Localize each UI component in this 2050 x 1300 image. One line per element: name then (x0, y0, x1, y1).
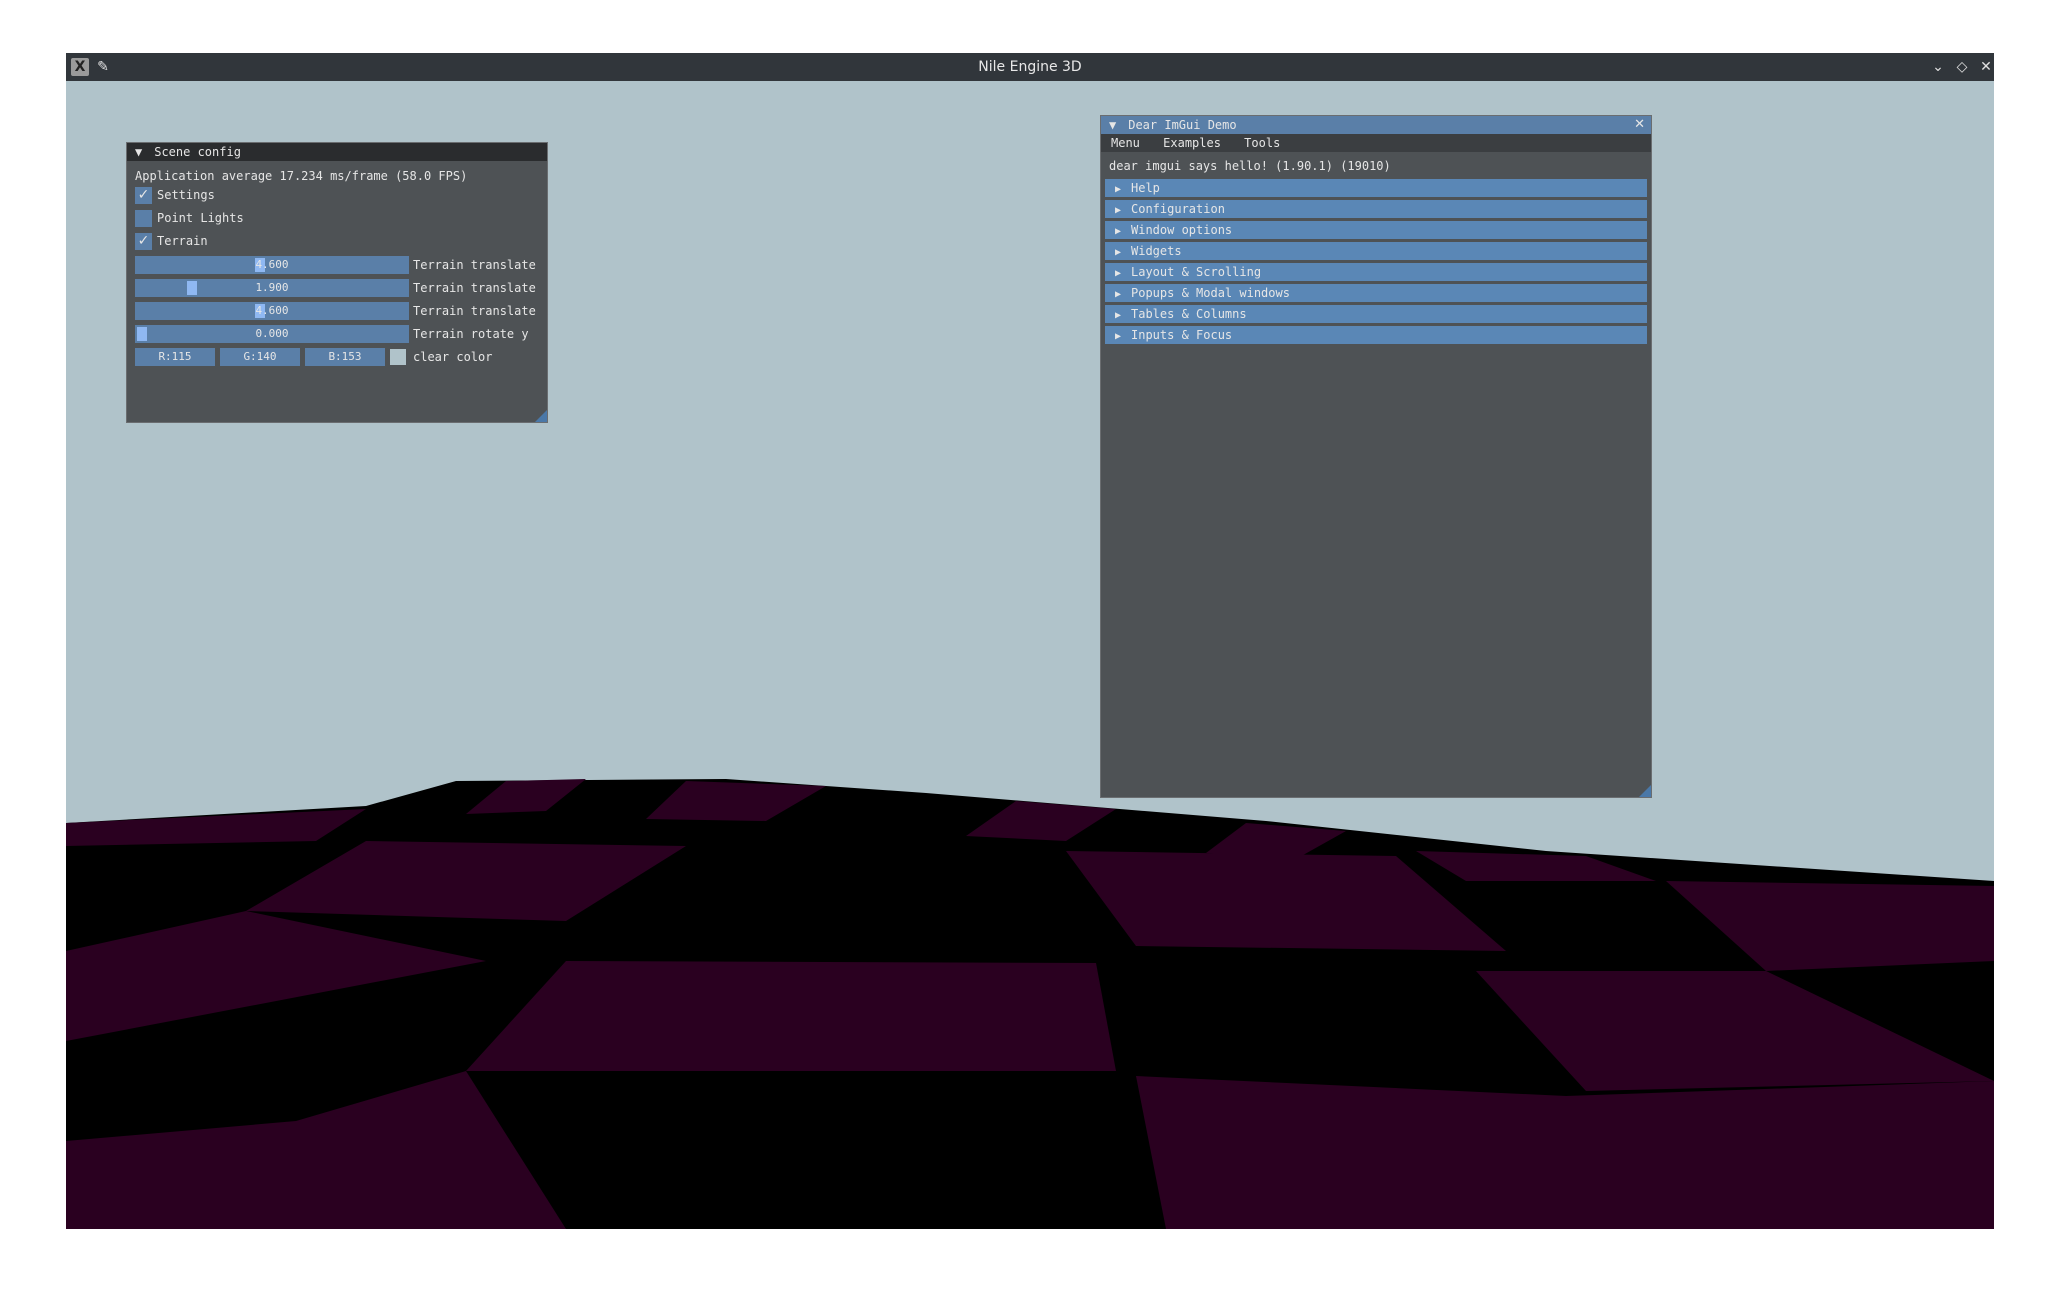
header-popups-modal[interactable]: ▶ Popups & Modal windows (1105, 284, 1647, 302)
close-icon[interactable]: ✕ (1977, 58, 1994, 76)
header-widgets[interactable]: ▶ Widgets (1105, 242, 1647, 260)
imgui-demo-window[interactable]: ▼ Dear ImGui Demo ✕ Menu Examples Tools … (1100, 115, 1652, 798)
menu-item-tools[interactable]: Tools (1244, 136, 1280, 150)
scene-config-titlebar[interactable]: ▼ Scene config (127, 143, 547, 161)
hello-text: dear imgui says hello! (1.90.1) (19010) (1109, 159, 1391, 173)
header-configuration[interactable]: ▶ Configuration (1105, 200, 1647, 218)
header-inputs-focus[interactable]: ▶ Inputs & Focus (1105, 326, 1647, 344)
terrain-label: Terrain (157, 234, 208, 248)
terrain-translate-x-slider[interactable]: 4.600 (135, 256, 409, 274)
maximize-icon[interactable]: ◇ (1953, 58, 1971, 76)
terrain-translate-z-label: Terrain translate z (413, 304, 543, 318)
close-icon[interactable]: ✕ (1634, 116, 1645, 134)
header-label: Window options (1131, 223, 1233, 237)
collapse-triangle-icon[interactable]: ▼ (1109, 116, 1121, 134)
scene-config-window[interactable]: ▼ Scene config Application average 17.23… (126, 142, 548, 423)
header-help[interactable]: ▶ Help (1105, 179, 1647, 197)
header-label: Widgets (1131, 244, 1182, 258)
settings-checkbox[interactable]: ✓ (135, 187, 152, 204)
terrain-rotate-y-label: Terrain rotate y (413, 327, 529, 341)
minimize-icon[interactable]: ⌄ (1929, 58, 1947, 76)
expand-arrow-icon: ▶ (1115, 310, 1122, 321)
check-icon: ✓ (137, 233, 150, 249)
terrain-translate-y-slider[interactable]: 1.900 (135, 279, 409, 297)
window-title: Nile Engine 3D (978, 59, 1082, 75)
menu-item-menu[interactable]: Menu (1111, 136, 1140, 150)
clear-color-swatch[interactable] (390, 349, 406, 365)
terrain-translate-y-label: Terrain translate y (413, 281, 543, 295)
scene-config-title: Scene config (154, 145, 241, 159)
expand-arrow-icon: ▶ (1115, 289, 1122, 300)
menu-item-examples[interactable]: Examples (1163, 136, 1221, 150)
fps-text: Application average 17.234 ms/frame (58.… (135, 169, 468, 183)
expand-arrow-icon: ▶ (1115, 331, 1122, 342)
expand-arrow-icon: ▶ (1115, 226, 1122, 237)
slider-value: 1.900 (255, 281, 289, 294)
clear-color-label: clear color (413, 350, 493, 364)
expand-arrow-icon: ▶ (1115, 205, 1122, 216)
point-lights-checkbox[interactable] (135, 210, 152, 227)
terrain-checkbox[interactable]: ✓ (135, 233, 152, 250)
settings-label: Settings (157, 188, 215, 202)
header-label: Tables & Columns (1131, 307, 1247, 321)
check-icon: ✓ (137, 187, 150, 203)
terrain-translate-x-label: Terrain translate x (413, 258, 543, 272)
collapse-triangle-icon[interactable]: ▼ (135, 143, 147, 161)
header-window-options[interactable]: ▶ Window options (1105, 221, 1647, 239)
header-label: Layout & Scrolling (1131, 265, 1262, 279)
terrain-translate-z-slider[interactable]: 4.600 (135, 302, 409, 320)
expand-arrow-icon: ▶ (1115, 184, 1122, 195)
point-lights-label: Point Lights (157, 211, 244, 225)
header-label: Inputs & Focus (1131, 328, 1233, 342)
slider-value: 4.600 (255, 258, 289, 271)
title-bar[interactable]: X ✎ Nile Engine 3D ⌄ ◇ ✕ (66, 53, 1994, 81)
header-label: Popups & Modal windows (1131, 286, 1290, 300)
demo-title: Dear ImGui Demo (1128, 118, 1237, 132)
expand-arrow-icon: ▶ (1115, 268, 1122, 279)
expand-arrow-icon: ▶ (1115, 247, 1122, 258)
terrain-rotate-y-slider[interactable]: 0.000 (135, 325, 409, 343)
resize-grip[interactable] (535, 410, 547, 422)
color-b-input[interactable]: B:153 (305, 348, 385, 366)
demo-menubar: Menu Examples Tools (1101, 134, 1651, 152)
header-tables-columns[interactable]: ▶ Tables & Columns (1105, 305, 1647, 323)
slider-value: 0.000 (255, 327, 289, 340)
resize-grip[interactable] (1639, 785, 1651, 797)
color-g-input[interactable]: G:140 (220, 348, 300, 366)
header-label: Configuration (1131, 202, 1225, 216)
header-label: Help (1131, 181, 1160, 195)
demo-titlebar[interactable]: ▼ Dear ImGui Demo ✕ (1101, 116, 1651, 134)
color-r-input[interactable]: R:115 (135, 348, 215, 366)
header-layout-scrolling[interactable]: ▶ Layout & Scrolling (1105, 263, 1647, 281)
slider-value: 4.600 (255, 304, 289, 317)
